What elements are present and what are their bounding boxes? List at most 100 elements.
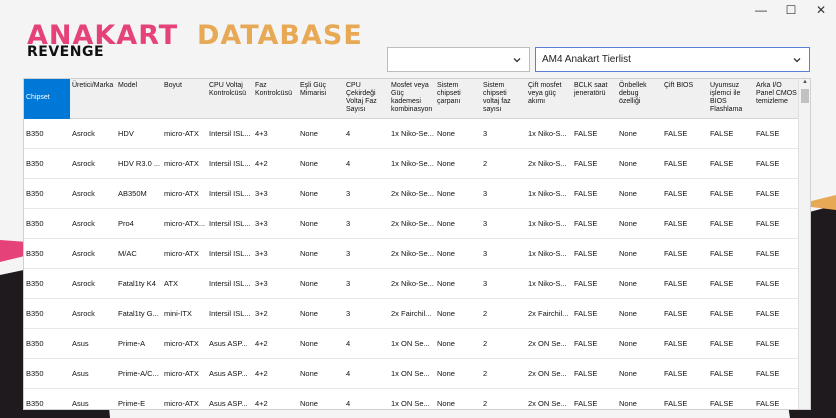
column-header[interactable]: CPU Voltaj Kontrolcüsü [207,79,253,119]
table-cell[interactable]: None [298,179,344,209]
table-cell[interactable]: FALSE [662,149,708,179]
column-header[interactable]: Arka I/O Panel CMOS temizleme [754,79,799,119]
table-cell[interactable]: B350 [24,299,70,329]
motherboard-data-grid[interactable]: Chipset Üretici/Marka Model Boyut CPU Voltaj… [23,78,811,410]
table-cell[interactable]: None [435,359,481,389]
column-header[interactable]: Faz Kontrolcüsü [253,79,298,119]
table-cell[interactable]: 2x Niko-S... [526,149,572,179]
table-row[interactable]: B350 Asrock HDV R3.0 ... micro-ATX Intersil … [24,149,799,179]
table-cell[interactable]: B350 [24,149,70,179]
table-cell[interactable]: Intersil ISL... [207,239,253,269]
table-cell[interactable]: FALSE [708,239,754,269]
table-cell[interactable]: B350 [24,209,70,239]
table-row[interactable]: B350 Asrock Fatal1ty K4 ATX Intersil ISL... 3… [24,269,799,299]
table-cell[interactable]: B350 [24,179,70,209]
table-cell[interactable]: None [298,299,344,329]
table-cell[interactable]: FALSE [708,179,754,209]
table-cell[interactable]: 4 [344,149,389,179]
table-cell[interactable]: FALSE [662,239,708,269]
column-header[interactable]: Çift mosfet veya güç akımı [526,79,572,119]
table-cell[interactable]: Asrock [70,149,116,179]
table-cell[interactable]: mini-ITX [162,299,207,329]
table-cell[interactable]: FALSE [754,149,799,179]
table-cell[interactable]: 2x ON Se... [526,329,572,359]
table-cell[interactable]: None [617,179,662,209]
table-cell[interactable]: 3+3 [253,269,298,299]
column-header[interactable]: Çift BIOS [662,79,708,119]
table-cell[interactable]: None [617,389,662,409]
table-cell[interactable]: 3 [344,209,389,239]
table-cell[interactable]: 2 [481,299,526,329]
column-header[interactable]: Chipset [24,79,70,119]
table-cell[interactable]: 4+2 [253,149,298,179]
table-cell[interactable]: 2x ON Se... [526,359,572,389]
column-header[interactable]: BCLK saat jeneratörü [572,79,617,119]
table-cell[interactable]: 4+3 [253,119,298,149]
scroll-thumb[interactable] [801,89,809,103]
table-cell[interactable]: None [435,239,481,269]
column-header[interactable]: Boyut [162,79,207,119]
table-cell[interactable]: FALSE [662,269,708,299]
column-header[interactable]: Sistem chipseti çarpanı [435,79,481,119]
table-cell[interactable]: micro-ATX [162,359,207,389]
table-cell[interactable]: 2x ON Se... [526,389,572,409]
table-cell[interactable]: FALSE [754,389,799,409]
table-cell[interactable]: FALSE [572,329,617,359]
table-cell[interactable]: FALSE [708,269,754,299]
table-cell[interactable]: 2x Fairchil... [389,299,435,329]
table-cell[interactable]: FALSE [754,329,799,359]
scroll-up-icon[interactable]: ▲ [799,79,810,89]
table-cell[interactable]: FALSE [572,239,617,269]
table-cell[interactable]: Intersil ISL... [207,269,253,299]
table-cell[interactable]: None [435,149,481,179]
table-cell[interactable]: 4+2 [253,389,298,409]
table-cell[interactable]: 3+2 [253,299,298,329]
table-cell[interactable]: 4 [344,359,389,389]
table-cell[interactable]: FALSE [708,389,754,409]
table-cell[interactable]: 2x Fairchil... [526,299,572,329]
filter-dropdown-1[interactable] [387,47,530,72]
table-cell[interactable]: FALSE [708,359,754,389]
table-cell[interactable]: Asus ASP... [207,389,253,409]
table-cell[interactable]: 2x Niko-Se... [389,179,435,209]
table-cell[interactable]: FALSE [572,119,617,149]
table-cell[interactable]: 1x Niko-Se... [389,149,435,179]
table-cell[interactable]: 1x ON Se... [389,359,435,389]
table-cell[interactable]: FALSE [572,179,617,209]
column-header[interactable]: Eşli Güç Mimarisi [298,79,344,119]
table-cell[interactable]: 3 [481,119,526,149]
table-cell[interactable]: 3 [344,179,389,209]
table-cell[interactable]: 4+2 [253,329,298,359]
table-row[interactable]: B350 Asrock AB350M micro-ATX Intersil ISL...… [24,179,799,209]
table-cell[interactable]: FALSE [708,119,754,149]
table-cell[interactable]: Prime-A/C... [116,359,162,389]
table-cell[interactable]: micro-ATX [162,119,207,149]
table-cell[interactable]: 3+3 [253,209,298,239]
table-cell[interactable]: B350 [24,269,70,299]
table-cell[interactable]: FALSE [662,389,708,409]
table-cell[interactable]: FALSE [708,149,754,179]
table-cell[interactable]: FALSE [662,209,708,239]
table-cell[interactable]: Asus ASP... [207,359,253,389]
table-cell[interactable]: 4 [344,119,389,149]
table-cell[interactable]: FALSE [754,299,799,329]
table-cell[interactable]: None [298,389,344,409]
table-cell[interactable]: FALSE [572,359,617,389]
table-cell[interactable]: FALSE [754,269,799,299]
table-cell[interactable]: Asrock [70,209,116,239]
table-cell[interactable]: 1x ON Se... [389,329,435,359]
table-cell[interactable]: Intersil ISL... [207,149,253,179]
table-cell[interactable]: Fatal1ty K4 [116,269,162,299]
table-cell[interactable]: None [298,149,344,179]
table-cell[interactable]: 3 [344,239,389,269]
table-cell[interactable]: FALSE [754,239,799,269]
table-cell[interactable]: 3 [481,179,526,209]
table-cell[interactable]: FALSE [708,209,754,239]
table-cell[interactable]: Asrock [70,119,116,149]
table-cell[interactable]: 3 [481,239,526,269]
minimize-button[interactable]: — [746,0,776,20]
table-cell[interactable]: None [617,329,662,359]
table-cell[interactable]: None [435,389,481,409]
table-cell[interactable]: Prime-E [116,389,162,409]
table-cell[interactable]: Asrock [70,239,116,269]
